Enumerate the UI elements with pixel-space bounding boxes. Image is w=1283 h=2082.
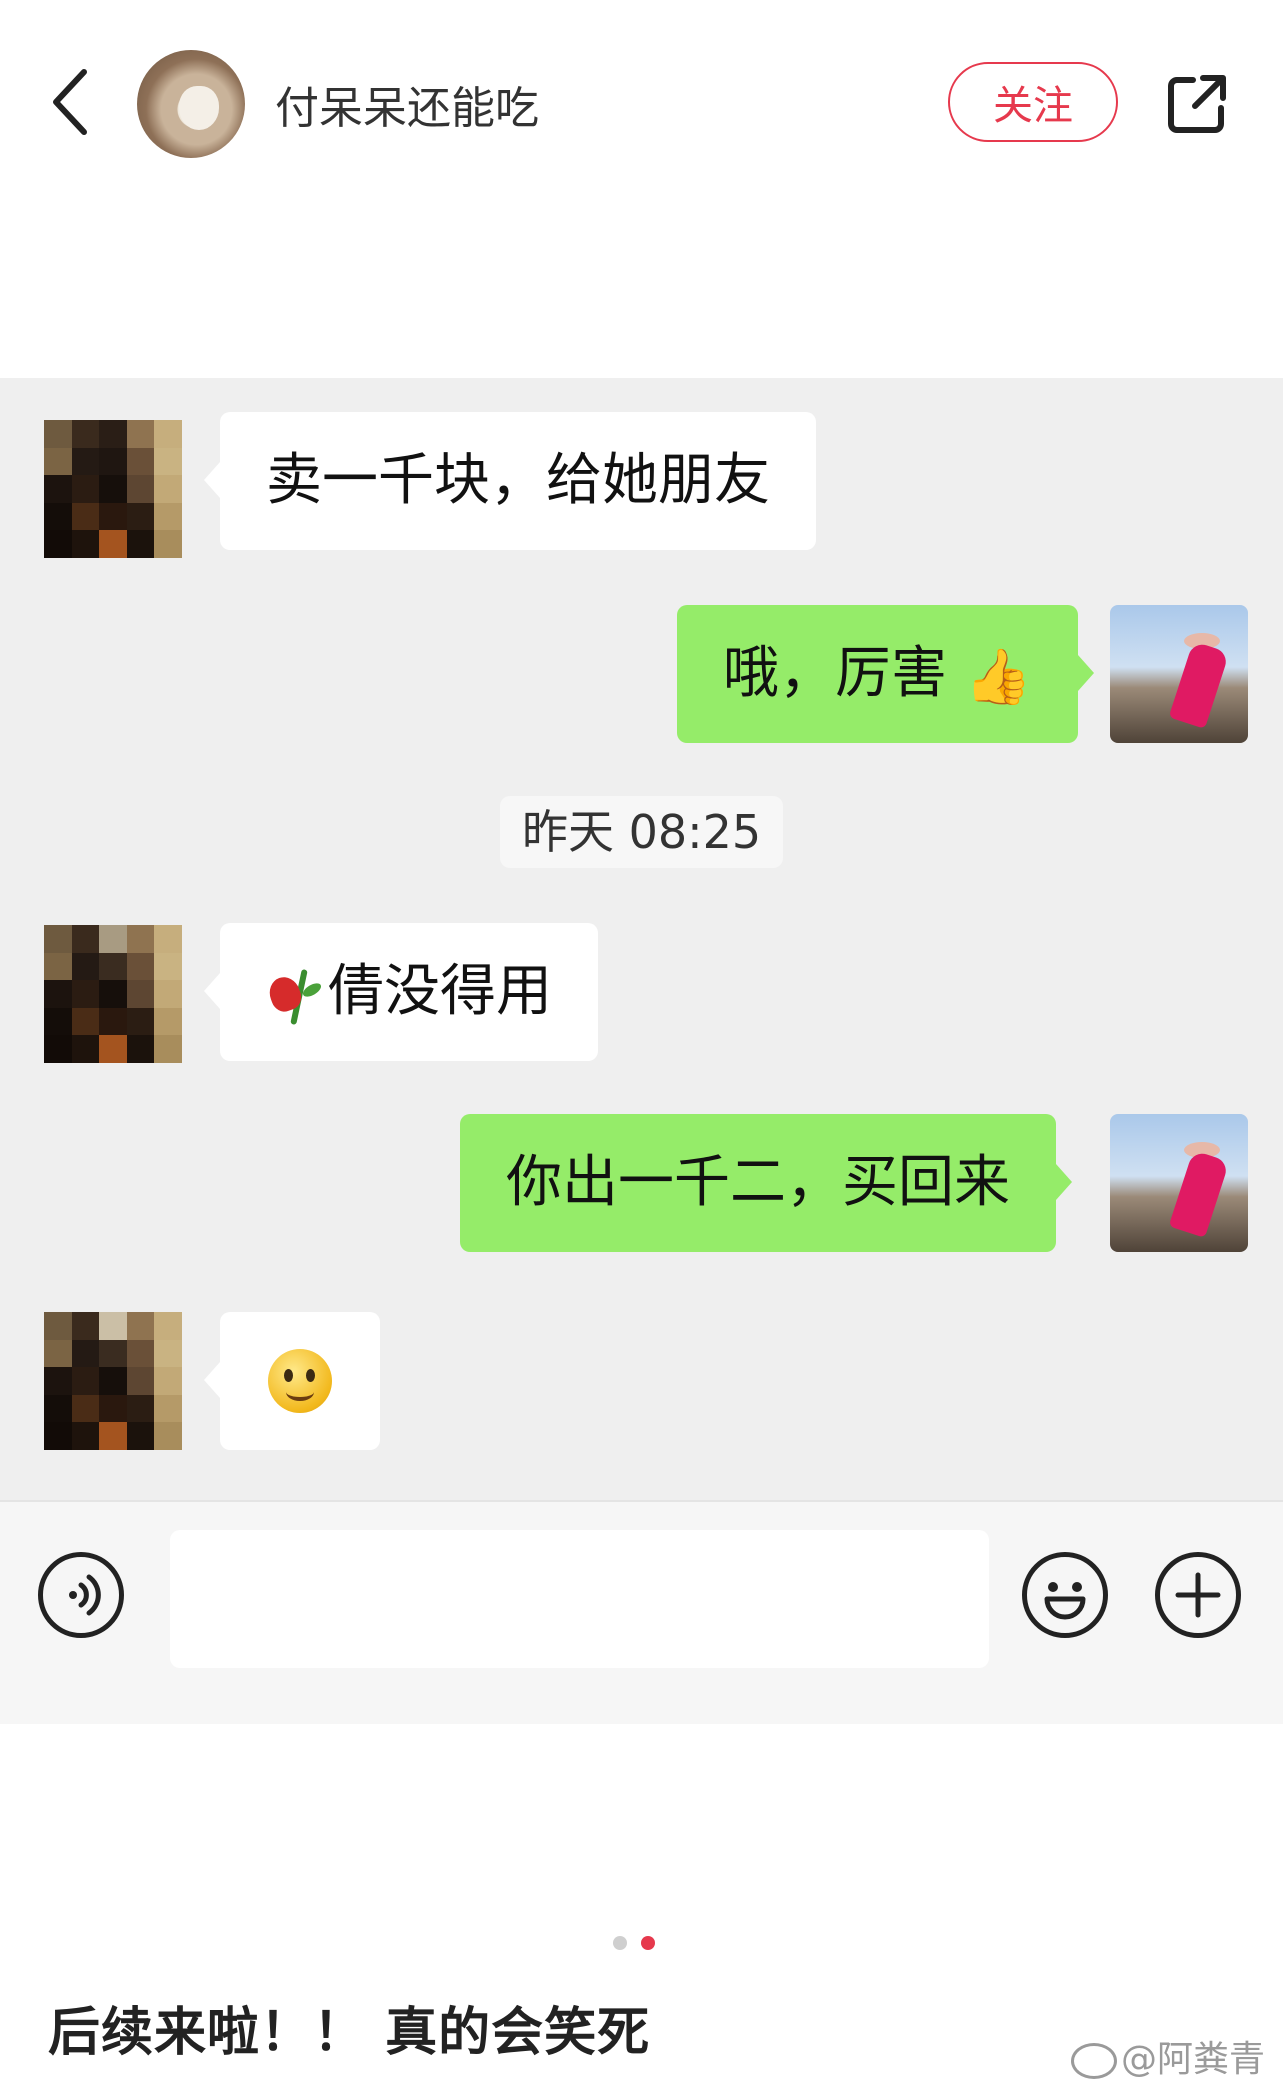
plus-button[interactable]: [1155, 1552, 1241, 1638]
chat-input-bar: [0, 1500, 1283, 1724]
page-dot[interactable]: [613, 1936, 627, 1950]
contact-avatar: [44, 925, 182, 1063]
wilted-rose-icon: [265, 963, 326, 1027]
voice-icon: [69, 1574, 101, 1616]
my-avatar: [1110, 605, 1248, 743]
plus-icon: [1175, 1572, 1221, 1618]
chat-message: 你出一千二，买回来: [460, 1114, 1072, 1252]
chat-message: 倩没得用: [204, 923, 598, 1061]
thumbs-up-icon: 👍: [964, 644, 1033, 708]
back-arrow-icon: [53, 69, 87, 135]
emoji-button[interactable]: [1022, 1552, 1108, 1638]
emoji-icon: [1044, 1582, 1086, 1620]
contact-avatar: [44, 420, 182, 558]
watermark-text: @阿粪青: [1120, 2039, 1265, 2080]
page-dot-active[interactable]: [641, 1936, 655, 1950]
message-text: 你出一千二，买回来: [506, 1150, 1010, 1215]
author-name[interactable]: 付呆呆还能吃: [275, 72, 539, 136]
share-icon: [1168, 75, 1226, 133]
chat-message: 哦，厉害 👍: [677, 605, 1095, 743]
back-button[interactable]: [40, 62, 100, 142]
contact-avatar: [44, 1312, 182, 1450]
chat-screenshot: 卖一千块，给她朋友 哦，厉害 👍 昨天 08:25 倩没得用 你出一千二，买回来: [0, 378, 1283, 1724]
my-avatar: [1110, 1114, 1248, 1252]
message-text: 哦，厉害: [723, 641, 947, 706]
author-avatar[interactable]: [137, 50, 245, 158]
post-caption: 后续来啦！！ 真的会笑死: [48, 2003, 651, 2063]
person-shape: [1168, 641, 1230, 729]
weibo-icon: [1070, 2043, 1117, 2079]
share-button[interactable]: [1165, 72, 1229, 136]
post-header: 付呆呆还能吃 关注: [0, 0, 1283, 210]
message-input[interactable]: [170, 1530, 989, 1668]
smiley-icon: [268, 1348, 332, 1413]
chat-message: 卖一千块，给她朋友: [204, 412, 816, 550]
message-text: 倩没得用: [328, 959, 552, 1024]
voice-button[interactable]: [38, 1552, 124, 1638]
watermark: @阿粪青: [1070, 2030, 1265, 2082]
image-pagination: [613, 1935, 669, 1954]
cat-image: [179, 86, 219, 130]
message-timestamp: 昨天 08:25: [500, 796, 784, 868]
follow-button[interactable]: 关注: [948, 62, 1118, 142]
chat-message: [204, 1312, 380, 1450]
message-text: 卖一千块，给她朋友: [266, 448, 770, 513]
person-shape: [1168, 1150, 1230, 1238]
